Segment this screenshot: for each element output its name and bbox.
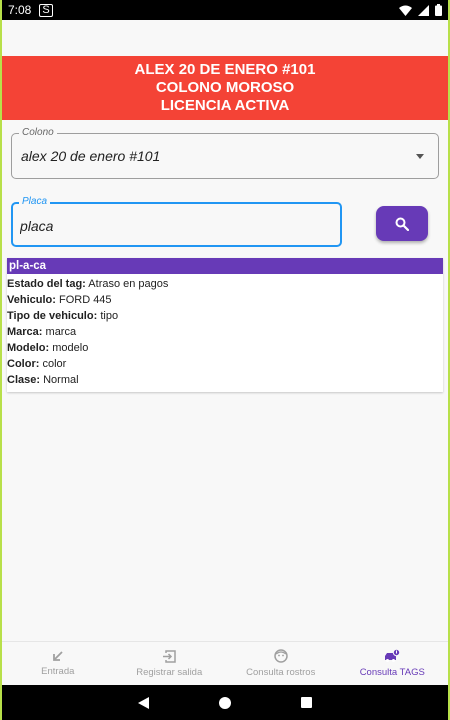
- wifi-icon: [399, 5, 412, 16]
- row-key: Modelo:: [7, 342, 50, 354]
- nav-label: Registrar salida: [136, 666, 203, 678]
- card-row-marca: Marca: marca: [7, 324, 443, 340]
- row-value: Atraso en pagos: [88, 278, 169, 290]
- row-key: Estado del tag:: [7, 278, 86, 290]
- row-key: Color:: [7, 358, 40, 370]
- status-icons: [399, 4, 442, 16]
- status-banner: ALEX 20 DE ENERO #101 COLONO MOROSO LICE…: [2, 56, 448, 120]
- card-rows: Estado del tag: Atraso en pagos Vehiculo…: [7, 274, 443, 388]
- signal-icon: [418, 4, 429, 16]
- card-header: pl-a-ca: [7, 258, 443, 274]
- arrow-down-left-icon: [52, 651, 63, 661]
- row-value: color: [42, 358, 67, 370]
- tag-result-card: pl-a-ca Estado del tag: Atraso en pagos …: [7, 258, 443, 392]
- dropdown-arrow-icon[interactable]: [416, 154, 424, 159]
- card-row-modelo: Modelo: modelo: [7, 340, 443, 356]
- nav-label: Consulta rostros: [246, 667, 316, 678]
- nav-registrar-salida[interactable]: Registrar salida: [114, 642, 226, 685]
- nav-consulta-tags[interactable]: Consulta TAGS: [337, 642, 449, 685]
- colono-label: Colono: [19, 127, 57, 138]
- placa-field[interactable]: Placa: [11, 196, 342, 247]
- status-time: 7:08: [8, 3, 32, 17]
- nav-label: Entrada: [41, 666, 75, 677]
- nav-label: Consulta TAGS: [359, 667, 425, 678]
- face-icon: [274, 649, 288, 663]
- search-icon: [395, 217, 409, 231]
- nav-entrada[interactable]: Entrada: [2, 642, 114, 685]
- home-icon[interactable]: [219, 696, 231, 709]
- system-nav-bar: [0, 685, 450, 720]
- card-row-clase: Clase: Normal: [7, 372, 443, 388]
- row-value: tipo: [100, 310, 119, 322]
- row-key: Vehiculo:: [7, 294, 56, 306]
- sim-icon: S: [39, 3, 53, 17]
- row-key: Marca:: [7, 326, 43, 338]
- status-bar: 7:08 S: [0, 0, 450, 20]
- row-value: Normal: [43, 374, 79, 386]
- app-bar: [2, 20, 448, 56]
- card-row-vehiculo: Vehiculo: FORD 445: [7, 292, 443, 308]
- row-value: FORD 445: [58, 294, 112, 306]
- back-icon[interactable]: [138, 696, 149, 709]
- card-row-estado: Estado del tag: Atraso en pagos: [7, 276, 443, 292]
- colono-dropdown[interactable]: Colono alex 20 de enero #101: [11, 127, 439, 179]
- row-key: Clase:: [7, 374, 41, 386]
- banner-line-3: LICENCIA ACTIVA: [160, 97, 290, 114]
- row-key: Tipo de vehiculo:: [7, 310, 98, 322]
- bottom-navigation: Entrada Registrar salida Consulta rostro…: [2, 641, 448, 685]
- card-row-color: Color: color: [7, 356, 443, 372]
- row-value: modelo: [52, 342, 89, 354]
- colono-value: alex 20 de enero #101: [21, 148, 161, 164]
- nav-consulta-rostros[interactable]: Consulta rostros: [225, 642, 337, 685]
- banner-line-2: COLONO MOROSO: [155, 79, 295, 96]
- car-tag-icon: [385, 649, 401, 662]
- exit-icon: [163, 649, 176, 663]
- search-button[interactable]: [376, 206, 428, 241]
- card-row-tipo: Tipo de vehiculo: tipo: [7, 308, 443, 324]
- placa-input[interactable]: [20, 216, 320, 236]
- recents-icon[interactable]: [301, 697, 312, 708]
- placa-label: Placa: [19, 196, 51, 207]
- battery-icon: [435, 4, 442, 16]
- row-value: marca: [45, 326, 77, 338]
- banner-line-1: ALEX 20 DE ENERO #101: [134, 61, 316, 78]
